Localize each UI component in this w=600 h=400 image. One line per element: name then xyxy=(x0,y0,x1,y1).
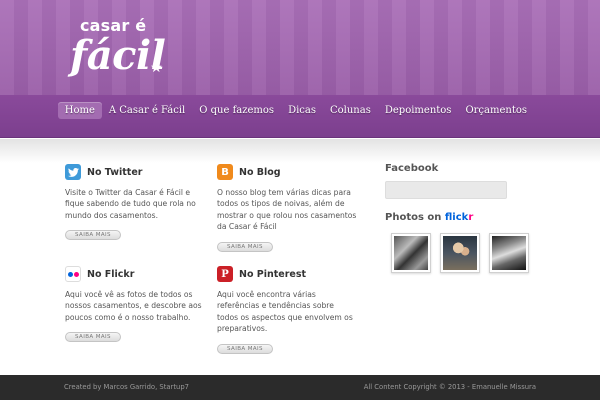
photos-on-label: Photos on xyxy=(385,212,442,223)
nav-item-dicas[interactable]: Dicas xyxy=(281,102,323,119)
nav-item-orcamentos[interactable]: Orçamentos xyxy=(458,102,534,119)
nav-bar: Home A Casar é Fácil O que fazemos Dicas… xyxy=(0,95,600,138)
flickr-box: No Flickr Aqui você vê as fotos de todos… xyxy=(65,265,205,343)
site-logo[interactable]: casar é fácil ★ xyxy=(70,18,166,78)
star-icon: ★ xyxy=(150,60,163,76)
pinterest-title: No Pinterest xyxy=(239,268,307,280)
pinterest-text: Aqui você encontra várias referências e … xyxy=(217,290,353,334)
twitter-box: No Twitter Visite o Twitter da Casar é F… xyxy=(65,163,205,241)
nav-item-o-que-fazemos[interactable]: O que fazemos xyxy=(192,102,281,119)
flickr-photo-2[interactable] xyxy=(440,233,480,273)
twitter-icon[interactable] xyxy=(65,164,81,180)
pinterest-more-button[interactable]: SAIBA MAIS xyxy=(217,343,273,354)
nav-item-home[interactable]: Home xyxy=(57,102,102,119)
facebook-widget[interactable] xyxy=(385,181,507,199)
flickr-more-button[interactable]: SAIBA MAIS xyxy=(65,332,121,343)
flickr-logo-part2: r xyxy=(468,212,474,223)
footer: Created by Marcos Garrido, Startup7 All … xyxy=(0,375,600,400)
flickr-icon[interactable] xyxy=(65,266,81,282)
header: casar é fácil ★ xyxy=(0,0,600,95)
main-nav: Home A Casar é Fácil O que fazemos Dicas… xyxy=(57,102,534,119)
flickr-photo-3[interactable] xyxy=(489,233,529,273)
flickr-text: Aqui você vê as fotos de todos os nossos… xyxy=(65,290,202,322)
facebook-title: Facebook xyxy=(385,163,439,174)
twitter-title: No Twitter xyxy=(87,166,143,178)
flickr-title: No Flickr xyxy=(87,268,135,280)
flickr-logo[interactable]: flickr xyxy=(445,212,473,223)
footer-credits: Created by Marcos Garrido, Startup7 xyxy=(64,383,189,391)
pinterest-box: P No Pinterest Aqui você encontra várias… xyxy=(217,265,357,354)
flickr-photo-1[interactable] xyxy=(391,233,431,273)
flickr-photos-title: Photos on flickr xyxy=(385,212,473,223)
blog-box: B No Blog O nosso blog tem várias dicas … xyxy=(217,163,357,252)
blog-title: No Blog xyxy=(239,166,281,178)
nav-item-depoimentos[interactable]: Depoimentos xyxy=(378,102,459,119)
flickr-logo-part1: flick xyxy=(444,212,469,223)
nav-item-colunas[interactable]: Colunas xyxy=(323,102,378,119)
blogger-icon[interactable]: B xyxy=(217,164,233,180)
nav-item-a-casar-e-facil[interactable]: A Casar é Fácil xyxy=(102,102,192,119)
footer-copyright: All Content Copyright © 2013 - Emanuelle… xyxy=(363,383,536,391)
twitter-more-button[interactable]: SAIBA MAIS xyxy=(65,230,121,241)
blog-more-button[interactable]: SAIBA MAIS xyxy=(217,241,273,252)
pinterest-icon[interactable]: P xyxy=(217,266,233,282)
blog-text: O nosso blog tem várias dicas para todos… xyxy=(217,188,357,232)
twitter-text: Visite o Twitter da Casar é Fácil e fiqu… xyxy=(65,188,196,220)
